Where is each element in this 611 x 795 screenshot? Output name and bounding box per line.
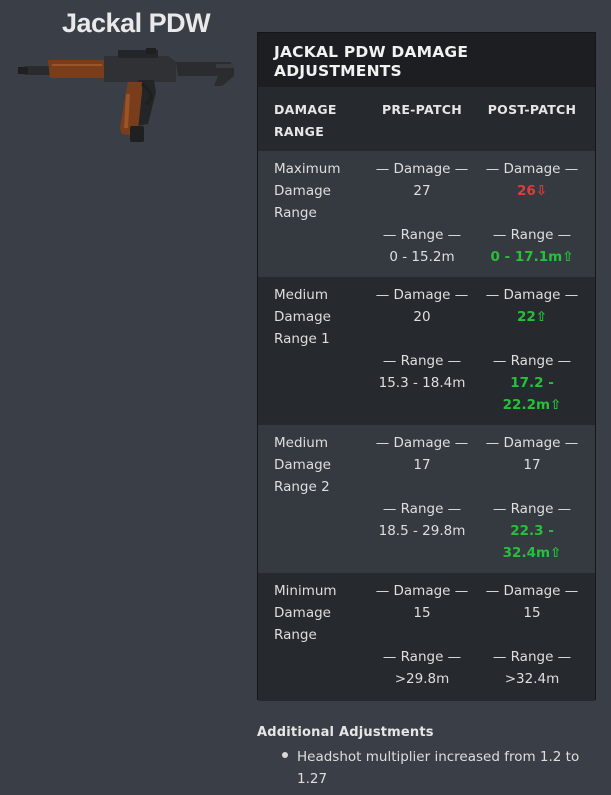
- range-name: Medium Damage Range 2: [274, 435, 331, 495]
- post-damage-value: 22⇧: [516, 309, 548, 325]
- post-range-value: 0 - 17.1m⇧: [490, 249, 574, 265]
- column-header-pre: PRE-PATCH: [381, 102, 463, 117]
- pre-range-value: >29.8m: [394, 671, 450, 687]
- post-damage-value: 17: [523, 457, 541, 473]
- pre-range-value: 18.5 - 29.8m: [378, 523, 466, 539]
- post-damage-label: — Damage —: [485, 583, 579, 599]
- pre-range-label: — Range —: [382, 227, 462, 243]
- pre-damage-label: — Damage —: [375, 287, 469, 303]
- column-header-post: POST-PATCH: [487, 102, 577, 117]
- pre-range-value: 0 - 15.2m: [389, 249, 455, 265]
- post-range-label: — Range —: [492, 353, 572, 369]
- post-range-label: — Range —: [492, 501, 572, 517]
- column-header-range: DAMAGE RANGE: [274, 102, 337, 139]
- post-damage-value: 15: [523, 605, 541, 621]
- post-range-label: — Range —: [492, 649, 572, 665]
- pre-damage-label: — Damage —: [375, 161, 469, 177]
- pre-range-value: 15.3 - 18.4m: [378, 375, 466, 391]
- range-name: Minimum Damage Range: [274, 583, 337, 643]
- pre-damage-value: 27: [413, 183, 431, 199]
- post-range-value: 17.2 - 22.2m⇧: [502, 375, 562, 413]
- pre-damage-value: 15: [413, 605, 431, 621]
- table-row: Medium Damage Range 2 — Damage — 17 — Da…: [258, 425, 595, 573]
- post-range-label: — Range —: [492, 227, 572, 243]
- additional-adjustment-item: Headshot multiplier increased from 1.2 t…: [297, 749, 580, 787]
- smg-weapon-icon: [18, 48, 234, 142]
- post-damage-value: 26⇩: [516, 183, 548, 199]
- damage-table: JACKAL PDW DAMAGE ADJUSTMENTS DAMAGE RAN…: [257, 32, 596, 701]
- additional-adjustments-title: Additional Adjustments: [257, 725, 434, 740]
- pre-damage-label: — Damage —: [375, 435, 469, 451]
- pre-range-label: — Range —: [382, 353, 462, 369]
- table-row: Maximum Damage Range — Damage — 27 — Dam…: [258, 151, 595, 277]
- table-row: Minimum Damage Range — Damage — 15 — Dam…: [258, 573, 595, 701]
- pre-damage-value: 17: [413, 457, 431, 473]
- pre-damage-value: 20: [413, 309, 431, 325]
- bullet-icon: [282, 752, 288, 758]
- pre-range-label: — Range —: [382, 649, 462, 665]
- table-title: JACKAL PDW DAMAGE ADJUSTMENTS: [258, 33, 595, 87]
- weapon-title: Jackal PDW: [62, 8, 211, 38]
- table-row: Medium Damage Range 1 — Damage — 20 — Da…: [258, 277, 595, 425]
- post-damage-label: — Damage —: [485, 161, 579, 177]
- post-range-value: >32.4m: [504, 671, 560, 687]
- post-damage-label: — Damage —: [485, 287, 579, 303]
- pre-damage-label: — Damage —: [375, 583, 469, 599]
- range-name: Medium Damage Range 1: [274, 287, 331, 347]
- pre-range-label: — Range —: [382, 501, 462, 517]
- post-range-value: 22.3 - 32.4m⇧: [502, 523, 562, 561]
- post-damage-label: — Damage —: [485, 435, 579, 451]
- range-name: Maximum Damage Range: [274, 161, 341, 221]
